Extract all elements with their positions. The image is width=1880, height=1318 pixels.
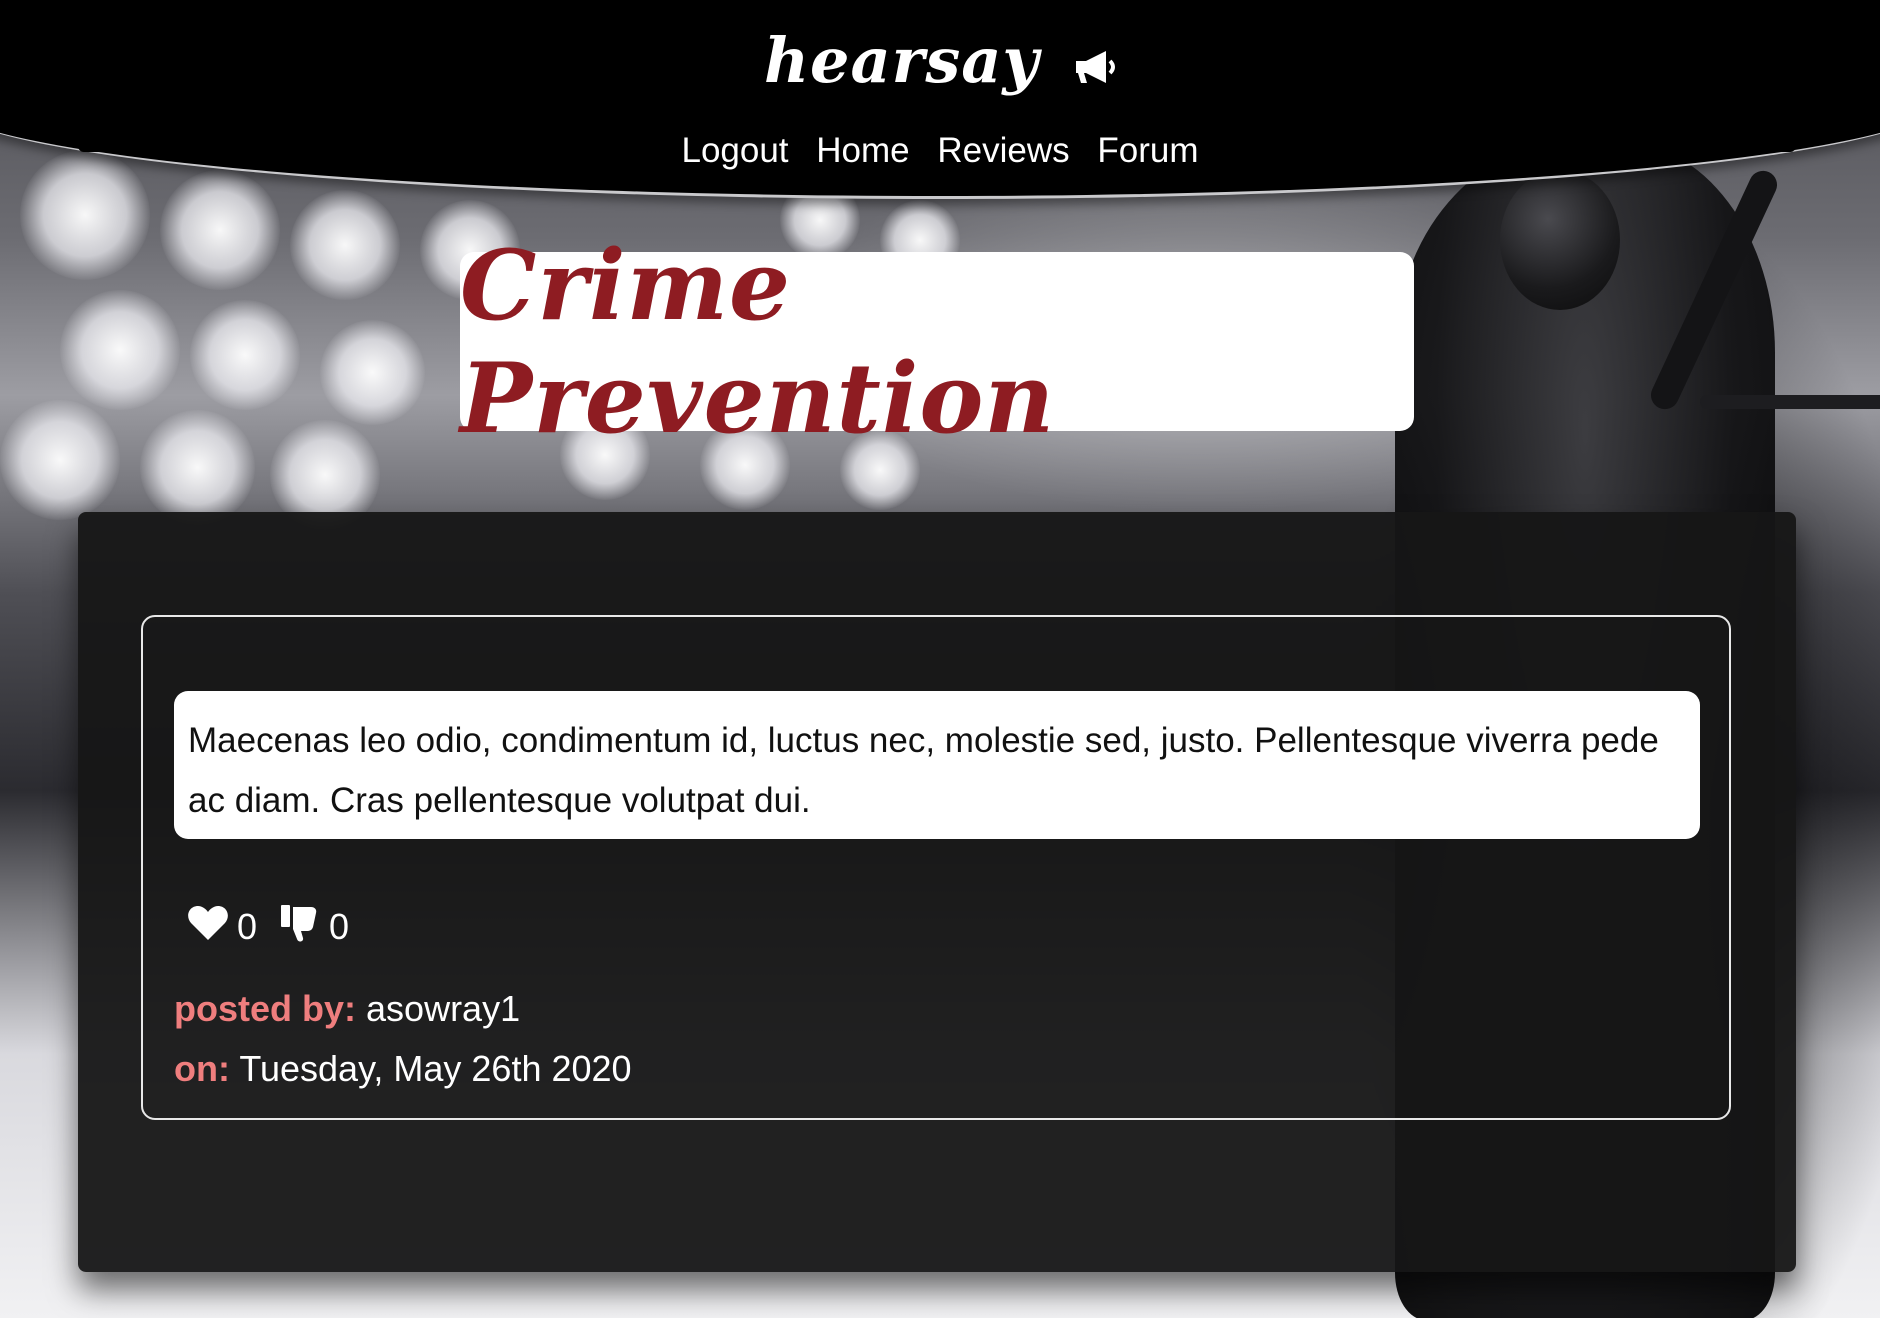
vote-bar: 0 0 [187, 902, 371, 952]
content-panel: Maecenas leo odio, condimentum id, luctu… [78, 512, 1796, 1272]
like-count: 0 [237, 906, 258, 947]
post-card: Maecenas leo odio, condimentum id, luctu… [141, 615, 1731, 1120]
date-line: on: Tuesday, May 26th 2020 [174, 1039, 632, 1099]
post-date: Tuesday, May 26th 2020 [239, 1048, 632, 1089]
author-name: asowray1 [366, 988, 521, 1029]
post-meta: posted by: asowray1 on: Tuesday, May 26t… [174, 979, 632, 1099]
on-label: on: [174, 1048, 230, 1089]
nav-forum[interactable]: Forum [1097, 131, 1198, 170]
dislike-button[interactable]: 0 [279, 903, 349, 952]
like-button[interactable]: 0 [187, 904, 257, 951]
nav-home[interactable]: Home [816, 131, 909, 170]
site-logo[interactable]: hearsay [0, 16, 1880, 111]
dislike-count: 0 [329, 906, 350, 947]
megaphone-icon [1072, 21, 1116, 111]
post-body: Maecenas leo odio, condimentum id, luctu… [174, 691, 1700, 839]
heart-icon [187, 904, 237, 951]
thumbs-down-icon [279, 903, 329, 952]
logo-text: hearsay [763, 24, 1040, 97]
title-card: Crime Prevention [460, 229, 1414, 455]
author-line: posted by: asowray1 [174, 979, 632, 1039]
nav-reviews[interactable]: Reviews [937, 131, 1069, 170]
page-title: Crime Prevention [460, 228, 1056, 455]
posted-by-label: posted by: [174, 988, 357, 1029]
main-nav: Logout Home Reviews Forum [0, 128, 1880, 174]
nav-logout[interactable]: Logout [681, 131, 788, 170]
